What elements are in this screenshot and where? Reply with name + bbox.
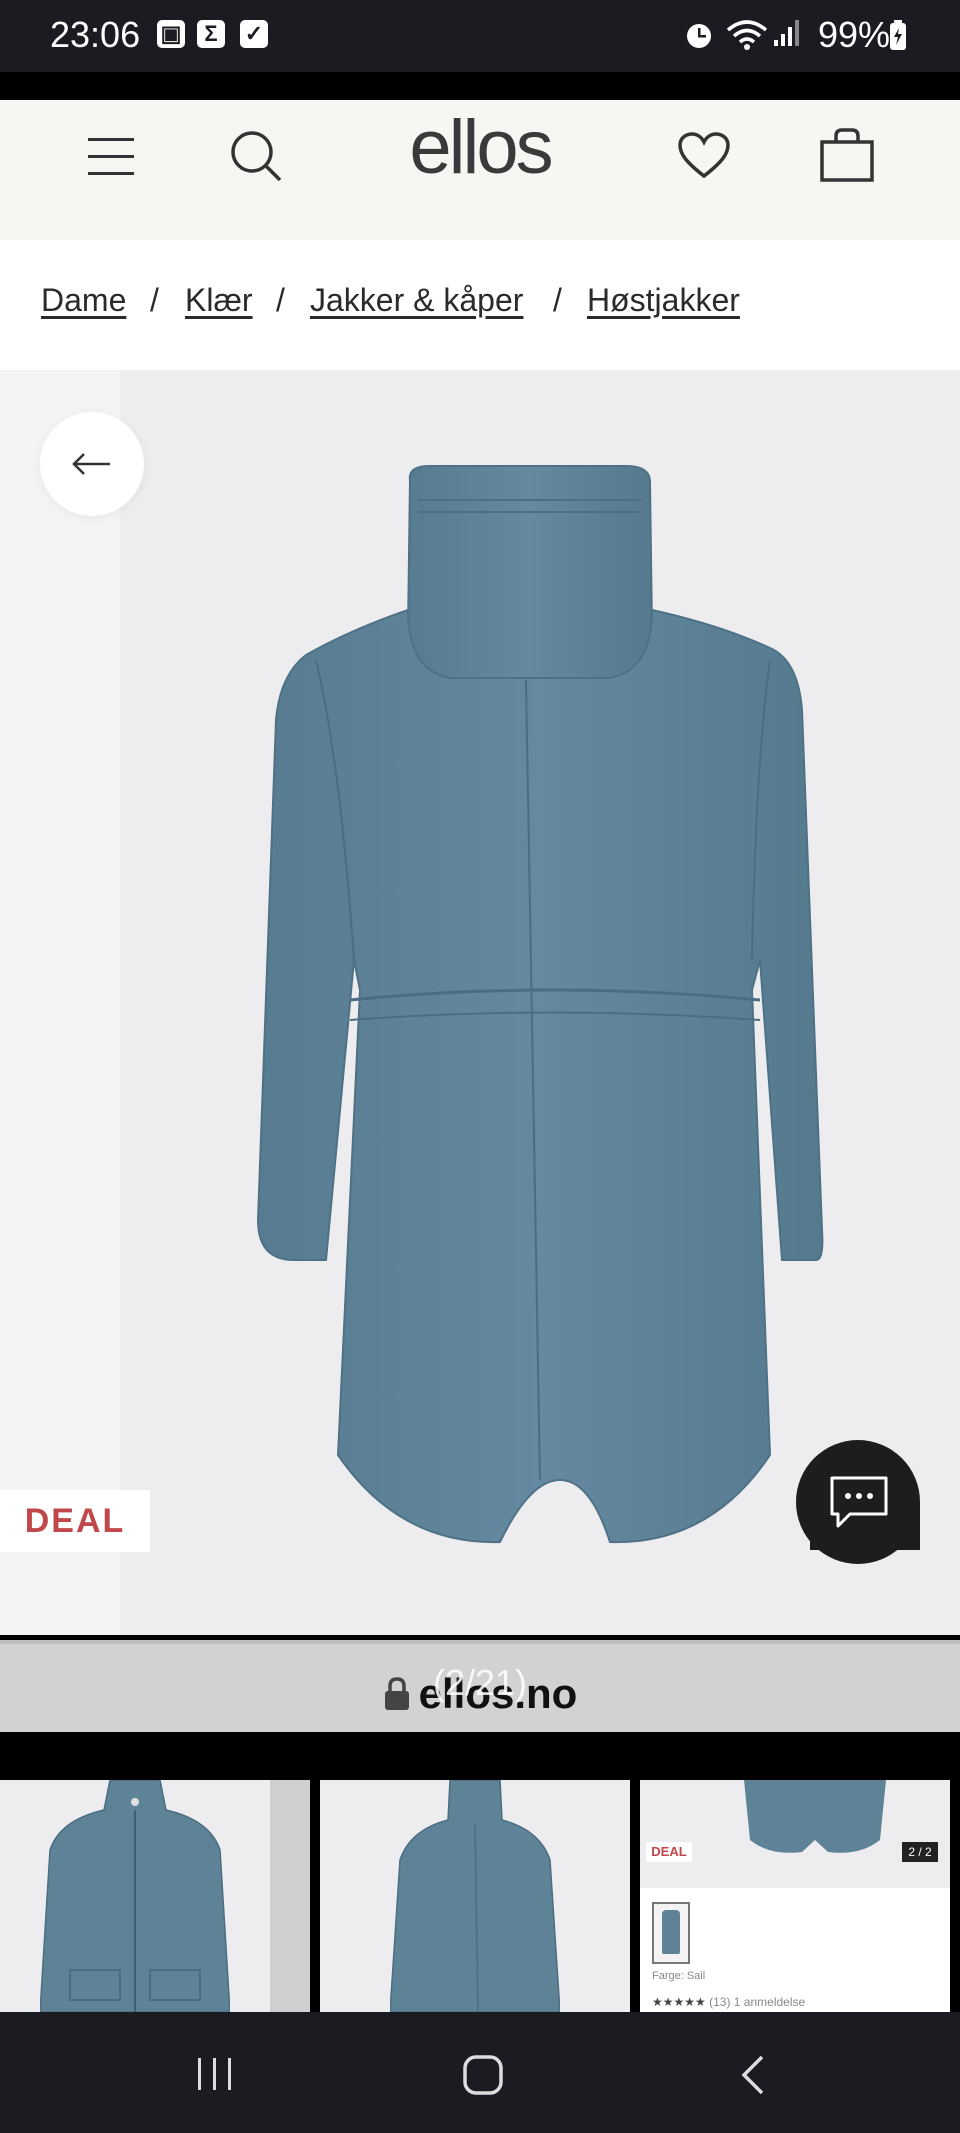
thumbnail-jacket-hem bbox=[744, 1780, 886, 1853]
heart-icon[interactable] bbox=[678, 132, 730, 180]
thumbnail-counter: 2 / 2 bbox=[902, 1842, 938, 1862]
shopping-bag-icon[interactable] bbox=[818, 126, 876, 184]
breadcrumb-klaer[interactable]: Klær bbox=[185, 282, 253, 319]
gallery-back-button[interactable] bbox=[40, 412, 144, 516]
breadcrumb-separator: / bbox=[276, 282, 285, 318]
thumbnail-product-page[interactable]: DEAL 2 / 2 Farge: Sail ★★★★★ (13) 1 anme… bbox=[640, 1780, 950, 2012]
chat-icon bbox=[830, 1476, 888, 1528]
thumbnail-rating: ★★★★★ (13) 1 anmeldelse bbox=[652, 1995, 806, 2009]
sigma-notification-icon: Σ bbox=[197, 20, 225, 48]
status-bar: 23:06 ▣ Σ ✓ 99% bbox=[0, 0, 960, 72]
breadcrumb-jakker-kaper[interactable]: Jakker & kåper bbox=[310, 282, 523, 319]
wifi-icon bbox=[726, 20, 768, 50]
status-time: 23:06 bbox=[50, 14, 141, 55]
signal-icon bbox=[774, 20, 799, 46]
menu-icon[interactable] bbox=[88, 136, 136, 178]
product-image-jacket-back[interactable] bbox=[250, 460, 830, 1550]
recent-apps-icon[interactable] bbox=[196, 2056, 236, 2092]
thumbnail-deal-badge: DEAL bbox=[646, 1842, 692, 1862]
gallery-counter: (2/21) bbox=[432, 1662, 528, 1703]
breadcrumb-dame[interactable]: Dame bbox=[41, 282, 126, 319]
breadcrumb-separator: / bbox=[150, 282, 159, 318]
thumbnail-back[interactable] bbox=[320, 1780, 630, 2012]
alarm-icon bbox=[687, 24, 711, 48]
deal-badge: DEAL bbox=[0, 1490, 150, 1552]
arrow-left-icon bbox=[72, 453, 110, 475]
checkbox-notification-icon: ✓ bbox=[240, 20, 268, 48]
battery-icon bbox=[890, 20, 906, 50]
back-nav-icon[interactable] bbox=[738, 2054, 768, 2096]
ellos-logo[interactable]: ellos bbox=[380, 104, 580, 191]
gallery-left-edge bbox=[0, 370, 120, 1635]
breadcrumb-hostjakker[interactable]: Høstjakker bbox=[587, 282, 740, 319]
thumbnail-jacket-back bbox=[390, 1780, 560, 2012]
search-icon[interactable] bbox=[230, 130, 284, 184]
home-icon[interactable] bbox=[462, 2054, 504, 2096]
thumbnail-color-swatch bbox=[652, 1902, 690, 1964]
breadcrumb-separator: / bbox=[553, 282, 562, 318]
gallery-notification-icon: ▣ bbox=[157, 20, 185, 48]
thumbnail-jacket-front bbox=[40, 1780, 230, 2012]
thumbnail-color-label: Farge: Sail bbox=[652, 1970, 706, 1982]
chat-button[interactable] bbox=[796, 1440, 920, 1564]
thumbnail-front[interactable] bbox=[0, 1780, 310, 2012]
battery-percentage: 99% bbox=[817, 14, 890, 55]
